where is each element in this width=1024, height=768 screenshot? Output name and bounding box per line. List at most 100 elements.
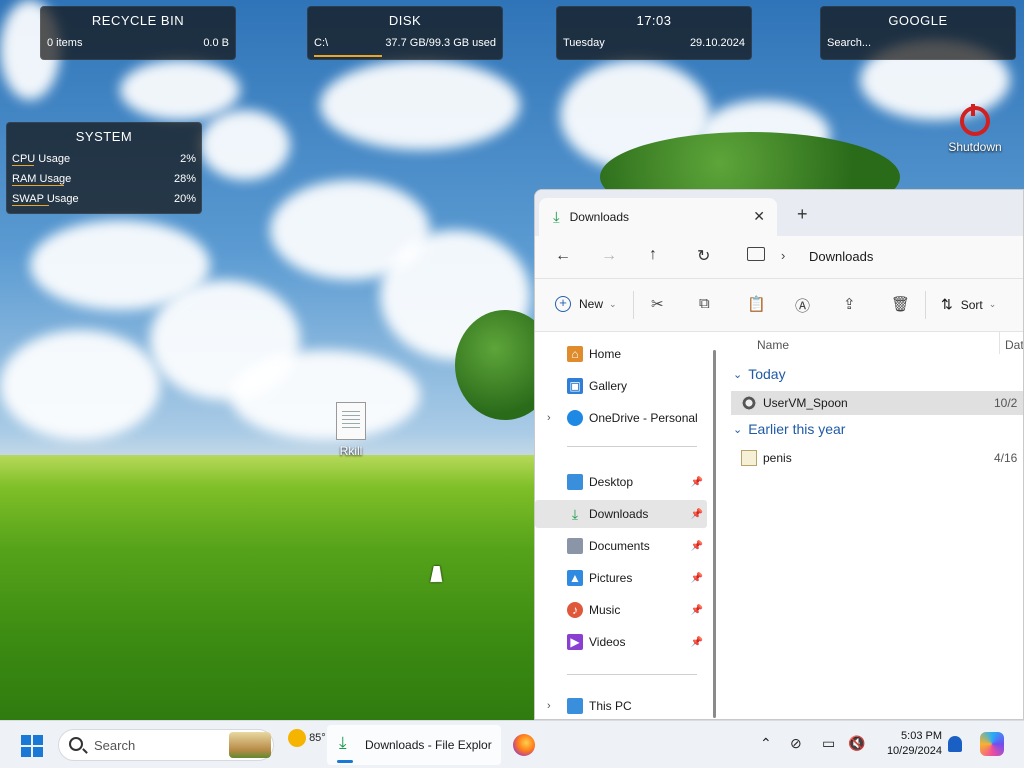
shutdown-label: Shutdown <box>948 140 1002 154</box>
group-header-earlier[interactable]: ⌄ Earlier this year <box>733 421 845 437</box>
recycle-bin-size: 0.0 B <box>203 37 229 49</box>
nav-item-pictures[interactable]: ▲ Pictures 📌 <box>535 564 707 592</box>
pin-icon[interactable]: 📌 <box>691 605 703 616</box>
paste-icon[interactable]: 📋 <box>747 295 766 313</box>
address-bar: ← → ↑ ↻ › Downloads <box>535 236 1023 278</box>
tab-downloads[interactable]: ⤓ Downloads ✕ <box>539 198 777 236</box>
file-name: UserVM_Spoon <box>763 396 848 410</box>
toolbar-divider <box>633 291 634 319</box>
pin-icon[interactable]: 📌 <box>691 477 703 488</box>
cpu-usage-value: 2% <box>180 153 196 165</box>
chevron-right-icon[interactable]: › <box>547 700 551 712</box>
pin-icon[interactable]: 📌 <box>691 541 703 552</box>
nav-item-gallery[interactable]: ▣ Gallery <box>535 372 707 400</box>
cut-icon[interactable]: ✂ <box>651 295 664 313</box>
taskbar-search-box[interactable]: Search <box>58 729 274 761</box>
nav-divider <box>567 674 697 675</box>
chevron-up-icon[interactable]: ⌃ <box>760 735 772 752</box>
weather-widget[interactable]: 85° <box>288 729 326 747</box>
network-offline-icon[interactable]: ⊘ <box>790 735 802 752</box>
pin-icon[interactable]: 📌 <box>691 637 703 648</box>
nav-item-this-pc[interactable]: › This PC <box>535 692 707 719</box>
nav-label: Videos <box>589 635 626 649</box>
group-label: Today <box>748 366 786 382</box>
file-name: penis <box>763 451 792 465</box>
chevron-right-icon[interactable]: › <box>547 412 551 424</box>
disk-widget[interactable]: DISK C:\ 37.7 GB/99.3 GB used <box>307 6 503 60</box>
nav-label: Downloads <box>589 507 649 521</box>
google-widget[interactable]: GOOGLE Search... <box>820 6 1016 60</box>
new-button[interactable]: + New ⌄ <box>555 296 617 312</box>
sort-icon: ⇅ <box>941 296 953 312</box>
weather-sun-icon <box>288 729 306 747</box>
up-arrow-icon[interactable]: ↑ <box>649 246 657 264</box>
desktop-folder-icon <box>567 474 583 490</box>
navigation-scrollbar[interactable] <box>713 350 716 718</box>
swap-usage-label: SWAP Usage <box>12 193 79 205</box>
copy-icon[interactable]: ⧉ <box>699 295 710 312</box>
videos-icon: ▶ <box>567 634 583 650</box>
ram-usage-bar <box>12 185 64 186</box>
file-date: 10/2 <box>994 396 1018 410</box>
pin-icon[interactable]: 📌 <box>691 573 703 584</box>
nav-item-desktop[interactable]: Desktop 📌 <box>535 468 707 496</box>
desktop-icon-shutdown[interactable]: Shutdown <box>944 104 1006 154</box>
share-icon[interactable]: ⇪ <box>843 295 856 313</box>
nav-item-music[interactable]: ♪ Music 📌 <box>535 596 707 624</box>
display-icon[interactable]: ▭ <box>822 735 835 752</box>
taskbar-clock[interactable]: 5:03 PM 10/29/2024 <box>878 729 942 759</box>
rename-icon[interactable]: Ⓐ <box>795 295 810 316</box>
file-row[interactable]: penis 4/16 <box>731 446 1023 470</box>
column-header-name[interactable]: Name <box>757 338 789 352</box>
notification-bell-icon[interactable] <box>948 736 962 752</box>
pin-icon[interactable]: 📌 <box>691 509 703 520</box>
volume-muted-icon[interactable]: 🔇 <box>848 735 865 752</box>
column-header-date[interactable]: Dat <box>1005 338 1023 352</box>
windows-start-icon[interactable] <box>21 735 43 757</box>
refresh-icon[interactable]: ↻ <box>697 246 710 266</box>
close-tab-icon[interactable]: ✕ <box>753 208 765 225</box>
nav-item-home[interactable]: ⌂ Home <box>535 340 707 368</box>
google-title: GOOGLE <box>888 13 948 28</box>
nav-item-onedrive[interactable]: › OneDrive - Personal <box>535 404 707 432</box>
command-bar: + New ⌄ ✂ ⧉ 📋 Ⓐ ⇪ 🗑 ⇅ Sort ⌄ <box>535 278 1023 332</box>
tab-title: Downloads <box>569 210 630 224</box>
file-list: Name Dat ⌄ Today UserVM_Spoon 10/2 ⌄ Ear… <box>723 332 1023 719</box>
taskbar: Search 85° ⤓ Downloads - File Explor ⌃ ⊘… <box>0 720 1024 768</box>
document-icon <box>336 402 366 440</box>
ram-usage-label: RAM Usage <box>12 173 72 185</box>
breadcrumb-downloads[interactable]: Downloads <box>809 249 873 264</box>
pictures-icon: ▲ <box>567 570 583 586</box>
swap-usage-bar <box>12 205 49 206</box>
cloud <box>0 330 160 440</box>
nav-item-videos[interactable]: ▶ Videos 📌 <box>535 628 707 656</box>
nav-item-documents[interactable]: Documents 📌 <box>535 532 707 560</box>
google-search-input[interactable]: Search... <box>827 37 871 49</box>
back-arrow-icon[interactable]: ← <box>555 247 571 265</box>
ram-usage-row: RAM Usage 28% <box>7 169 201 189</box>
nav-label: Gallery <box>589 379 628 393</box>
delete-icon[interactable]: 🗑 <box>891 295 910 313</box>
clock-day: Tuesday <box>563 37 605 49</box>
chevron-right-icon[interactable]: › <box>781 248 785 263</box>
download-arrow-icon: ⤓ <box>553 208 560 226</box>
taskbar-app-file-explorer[interactable]: ⤓ Downloads - File Explor <box>327 725 501 765</box>
cloud <box>320 60 520 150</box>
forward-arrow-icon[interactable]: → <box>601 247 617 265</box>
swap-usage-row: SWAP Usage 20% <box>7 189 201 209</box>
ram-usage-value: 28% <box>173 173 196 185</box>
cloud <box>120 60 240 120</box>
rkill-label: Rkill <box>339 444 363 458</box>
recycle-bin-count: 0 items <box>47 37 83 49</box>
this-pc-icon[interactable] <box>747 247 765 261</box>
nav-item-downloads[interactable]: ⤓ Downloads 📌 <box>535 500 707 528</box>
new-tab-icon[interactable]: + <box>797 204 808 225</box>
file-row[interactable]: UserVM_Spoon 10/2 <box>731 391 1023 415</box>
group-header-today[interactable]: ⌄ Today <box>733 366 786 382</box>
desktop-icon-rkill[interactable]: Rkill <box>325 402 377 458</box>
column-divider[interactable] <box>999 332 1000 354</box>
firefox-icon[interactable] <box>513 734 535 756</box>
recycle-bin-widget[interactable]: RECYCLE BIN 0 items 0.0 B <box>40 6 236 60</box>
copilot-icon[interactable] <box>980 732 1004 756</box>
sort-button[interactable]: ⇅ Sort ⌄ <box>941 296 996 313</box>
